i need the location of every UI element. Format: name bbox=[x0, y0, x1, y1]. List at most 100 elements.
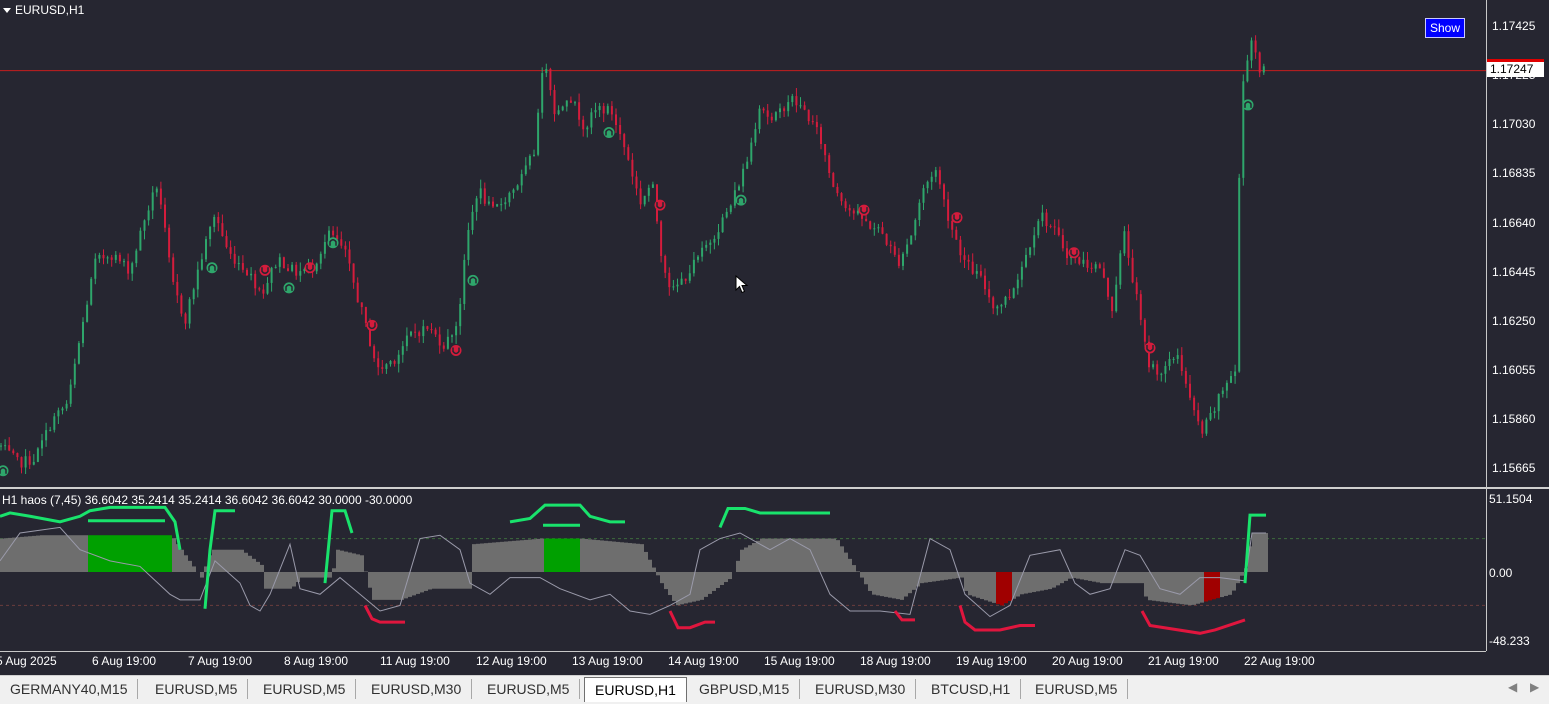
histogram-bar bbox=[720, 572, 724, 586]
time-axis-label: 6 Aug 19:00 bbox=[92, 654, 157, 668]
histogram-bar bbox=[1232, 572, 1236, 591]
histogram-bar bbox=[244, 552, 248, 572]
chart-tab-bar: GERMANY40,M15 EURUSD,M5 EURUSD,M5 EURUSD… bbox=[0, 675, 1549, 704]
candle bbox=[192, 287, 195, 305]
candle bbox=[356, 277, 359, 303]
histogram-bar bbox=[64, 535, 68, 572]
candle bbox=[631, 153, 634, 185]
histogram-bar bbox=[1200, 572, 1204, 603]
histogram-bar bbox=[352, 553, 356, 572]
candle bbox=[721, 213, 724, 233]
chart-window[interactable]: EURUSD,H1 Show 1.17425 1.17225 1.17030 1… bbox=[0, 0, 1549, 675]
sell-signal-icon bbox=[951, 212, 963, 224]
candle bbox=[455, 321, 458, 344]
candle bbox=[381, 359, 384, 374]
histogram-bar bbox=[664, 572, 668, 590]
candle bbox=[344, 241, 347, 258]
tab-eurusd-m5[interactable]: EURUSD,M5 bbox=[1025, 679, 1129, 699]
histogram-bar bbox=[612, 541, 616, 572]
candle bbox=[758, 105, 761, 134]
histogram-bar bbox=[496, 542, 500, 572]
histogram-bar bbox=[1204, 572, 1208, 602]
histogram-bar bbox=[308, 572, 312, 578]
candle bbox=[209, 225, 212, 247]
chevron-down-icon[interactable] bbox=[3, 7, 11, 13]
histogram-bar bbox=[1004, 572, 1008, 604]
tab-eurusd-m30[interactable]: EURUSD,M30 bbox=[361, 679, 473, 699]
histogram-bar bbox=[24, 536, 28, 572]
histogram-bar bbox=[512, 540, 516, 572]
candle bbox=[803, 101, 806, 111]
histogram-bar bbox=[1252, 532, 1256, 572]
candle bbox=[200, 253, 203, 271]
candle bbox=[959, 235, 962, 263]
tab-eurusd-m5[interactable]: EURUSD,M5 bbox=[145, 679, 249, 699]
candle bbox=[1131, 249, 1134, 284]
show-button[interactable]: Show bbox=[1425, 18, 1465, 38]
candle bbox=[664, 254, 667, 279]
candle bbox=[77, 341, 80, 365]
histogram-bar bbox=[540, 538, 544, 572]
histogram-bar bbox=[596, 540, 600, 572]
histogram-bar bbox=[536, 538, 540, 572]
scroll-left-icon[interactable]: ◀ bbox=[1508, 680, 1517, 694]
tab-eurusd-m5[interactable]: EURUSD,M5 bbox=[477, 679, 581, 699]
histogram-bar bbox=[1000, 572, 1004, 606]
tab-btcusd-h1[interactable]: BTCUSD,H1 bbox=[921, 679, 1022, 699]
histogram-bar bbox=[232, 549, 236, 572]
histogram-bar bbox=[936, 572, 940, 581]
price-chart-panel[interactable] bbox=[0, 0, 1486, 487]
candle bbox=[196, 261, 199, 298]
histogram-bar bbox=[932, 572, 936, 582]
price-axis-label: 1.16835 bbox=[1492, 166, 1536, 180]
indicator-panel[interactable] bbox=[0, 489, 1486, 651]
candle bbox=[795, 87, 798, 113]
candle bbox=[426, 325, 429, 332]
histogram-bar bbox=[844, 552, 848, 572]
candle bbox=[373, 344, 376, 362]
price-axis-label: 1.17030 bbox=[1492, 117, 1536, 131]
histogram-bar bbox=[368, 572, 372, 588]
indicator-axis-label: 51.1504 bbox=[1489, 492, 1533, 506]
indicator-svg[interactable] bbox=[0, 489, 1486, 651]
histogram-bar bbox=[280, 572, 284, 589]
candle bbox=[1258, 51, 1261, 78]
candle bbox=[750, 137, 753, 165]
candle bbox=[1238, 173, 1241, 373]
histogram-bar bbox=[636, 543, 640, 572]
histogram-bar bbox=[124, 535, 128, 572]
chart-title[interactable]: EURUSD,H1 bbox=[3, 3, 84, 17]
candle bbox=[1225, 380, 1228, 399]
tab-eurusd-m5[interactable]: EURUSD,M5 bbox=[253, 679, 357, 699]
candle bbox=[979, 264, 982, 278]
scroll-right-icon[interactable]: ▶ bbox=[1530, 680, 1539, 694]
candle bbox=[291, 262, 294, 273]
histogram-bar bbox=[620, 542, 624, 572]
mouse-cursor-icon bbox=[735, 275, 749, 294]
candle bbox=[877, 223, 880, 233]
candle bbox=[615, 108, 617, 133]
histogram-bar bbox=[376, 572, 380, 600]
price-chart-svg[interactable] bbox=[0, 0, 1486, 487]
tab-gbpusd-m15[interactable]: GBPUSD,M15 bbox=[689, 679, 801, 699]
tab-eurusd-h1[interactable]: EURUSD,H1 bbox=[584, 677, 687, 702]
histogram-bar bbox=[516, 540, 520, 572]
candle bbox=[82, 317, 84, 348]
candle bbox=[69, 379, 72, 407]
histogram-bar bbox=[1228, 572, 1232, 595]
candle bbox=[1045, 208, 1048, 233]
candle bbox=[709, 239, 712, 254]
histogram-bar bbox=[552, 538, 556, 572]
histogram-bar bbox=[1044, 572, 1048, 590]
tab-eurusd-m30[interactable]: EURUSD,M30 bbox=[805, 679, 917, 699]
candle bbox=[118, 252, 121, 264]
histogram-bar bbox=[44, 535, 48, 572]
candle bbox=[733, 182, 736, 209]
tab-germany40-m15[interactable]: GERMANY40,M15 bbox=[0, 679, 139, 699]
candle bbox=[528, 154, 531, 170]
candle bbox=[692, 252, 695, 277]
histogram-bar bbox=[800, 538, 804, 572]
candle bbox=[442, 342, 445, 352]
candle bbox=[1012, 287, 1015, 299]
histogram-bar bbox=[684, 572, 688, 604]
